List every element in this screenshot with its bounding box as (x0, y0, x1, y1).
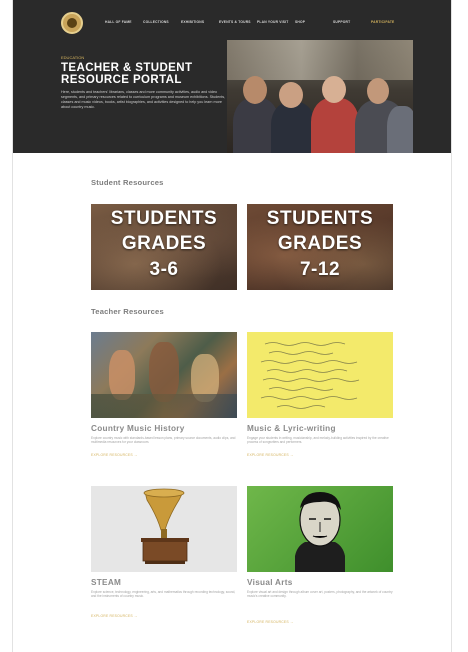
page: Hall of Fame Collections Exhibitions Eve… (13, 0, 451, 652)
card-description: Explore country music with standards-bas… (91, 436, 236, 445)
card-line-grades: GRADES (277, 233, 363, 254)
nav-item-events[interactable]: Events & Tours (219, 20, 257, 24)
card-title: Visual Arts (247, 578, 293, 587)
visual-arts-card[interactable]: Visual Arts Explore visual art and desig… (247, 486, 393, 636)
teacher-resources-heading: Teacher Resources (91, 307, 164, 316)
portrait-artwork-image (247, 486, 393, 572)
nav-item-plan-visit[interactable]: Plan Your Visit (257, 20, 295, 24)
card-line-grade-range: 3-6 (149, 259, 179, 280)
nav-item-collections[interactable]: Collections (143, 20, 181, 24)
handwritten-lyrics-image (247, 332, 393, 418)
hero-photo-crowd (227, 40, 413, 153)
country-music-history-card[interactable]: Country Music History Explore country mu… (91, 332, 237, 462)
students-grades-7-12-card[interactable]: STUDENTS GRADES 7-12 (247, 204, 393, 290)
card-title: Music & Lyric-writing (247, 424, 336, 433)
explore-link[interactable]: Explore Resources → (247, 453, 294, 457)
music-lyric-writing-card[interactable]: Music & Lyric-writing Engage your studen… (247, 332, 393, 462)
card-line-students: STUDENTS (266, 208, 374, 229)
gramophone-image (91, 486, 237, 572)
main-nav: Hall of Fame Collections Exhibitions Eve… (105, 20, 409, 24)
logo-record-icon (67, 18, 77, 28)
hero-banner: Hall of Fame Collections Exhibitions Eve… (13, 0, 451, 153)
explore-link[interactable]: Explore Resources → (91, 614, 138, 618)
steam-card[interactable]: STEAM Explore science, technology, engin… (91, 486, 237, 626)
students-grades-3-6-card[interactable]: STUDENTS GRADES 3-6 (91, 204, 237, 290)
museum-logo[interactable] (61, 12, 83, 34)
nav-item-support[interactable]: Support (333, 20, 371, 24)
explore-link[interactable]: Explore Resources → (91, 453, 138, 457)
nav-item-exhibitions[interactable]: Exhibitions (181, 20, 219, 24)
card-line-grades: GRADES (121, 233, 207, 254)
card-description: Explore science, technology, engineering… (91, 590, 236, 599)
hero-description: Here, students and teachers' librarians,… (61, 90, 226, 109)
nav-item-participate[interactable]: Participate (371, 20, 409, 24)
page-title: TEACHER & STUDENT RESOURCE PORTAL (61, 62, 193, 86)
card-description: Engage your students in writing, musicia… (247, 436, 389, 445)
nav-item-shop[interactable]: Shop (295, 20, 333, 24)
explore-link[interactable]: Explore Resources → (247, 620, 294, 624)
hero-kicker: Education (61, 55, 85, 60)
card-description: Explore visual art and design through al… (247, 590, 393, 599)
card-title: Country Music History (91, 424, 185, 433)
nav-item-hall-of-fame[interactable]: Hall of Fame (105, 20, 143, 24)
student-resources-heading: Student Resources (91, 178, 164, 187)
card-line-grade-range: 7-12 (299, 259, 341, 280)
card-title: STEAM (91, 578, 122, 587)
card-line-students: STUDENTS (110, 208, 218, 229)
mural-painting-image (91, 332, 237, 418)
